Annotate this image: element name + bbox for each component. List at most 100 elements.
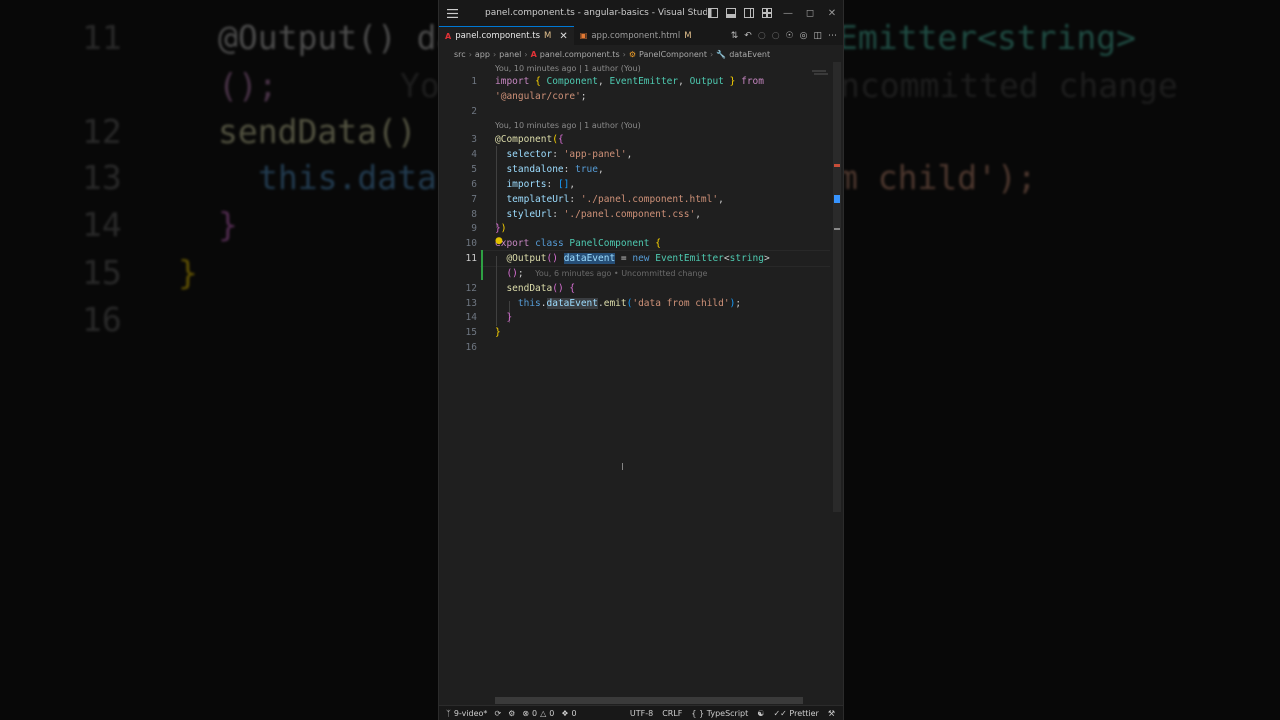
code-line-wrapped: '@angular/core'; [495, 91, 587, 102]
line-number: 12 [465, 283, 477, 294]
code-line: @Output() dataEvent = new EventEmitter<s… [506, 253, 770, 264]
code-line: imports: [], [506, 179, 576, 190]
language-mode[interactable]: { } TypeScript [691, 709, 748, 718]
vertical-scrollbar[interactable] [833, 62, 841, 512]
class-symbol-icon: ⚙ [628, 49, 636, 59]
git-lens-icon[interactable]: ☉ [786, 31, 794, 41]
scrollbar-marker [834, 195, 840, 203]
line-number: 1 [471, 76, 477, 87]
codelens-author[interactable]: You, 10 minutes ago | 1 author (You) [495, 64, 641, 73]
close-tab-icon[interactable]: ✕ [559, 31, 567, 42]
line-number: 15 [465, 327, 477, 338]
line-number: 9 [471, 223, 477, 234]
tab-app-component-html[interactable]: ▣ app.component.html M [574, 26, 698, 45]
double-check-icon: ✓✓ [773, 709, 787, 718]
line-number: 2 [471, 106, 477, 117]
breadcrumb-item[interactable]: panel.component.ts [540, 50, 620, 59]
code-line: } [506, 312, 513, 323]
code-line: export class PanelComponent { [495, 238, 661, 249]
toggle-secondary-sidebar-icon[interactable] [743, 7, 755, 19]
line-number: 5 [471, 164, 477, 175]
remote-icon[interactable]: ⚙ [508, 709, 515, 718]
code-editor[interactable]: You, 10 minutes ago | 1 author (You) 1 i… [439, 62, 831, 696]
line-number: 16 [465, 342, 477, 353]
open-changes-icon[interactable]: ◎ [800, 31, 808, 41]
git-blame-annotation: You, 6 minutes ago • Uncommitted change [535, 269, 708, 278]
encoding-indicator[interactable]: UTF-8 [630, 709, 653, 718]
go-back-icon[interactable]: ↶ [744, 31, 752, 41]
tab-modified-badge: M [684, 30, 692, 41]
close-window-icon[interactable]: ✕ [821, 8, 843, 19]
horizontal-scrollbar[interactable] [495, 697, 803, 704]
warning-icon: △ [540, 709, 547, 718]
git-branch-icon: ᛉ [446, 709, 451, 718]
breadcrumb: src › app › panel › A panel.component.ts… [454, 46, 770, 62]
breadcrumb-item[interactable]: src [454, 50, 466, 59]
timeline-icon[interactable]: ○ [772, 31, 780, 41]
property-symbol-icon: 🔧 [716, 49, 727, 59]
status-bar: ᛉ 9-video* ⟳ ⚙ ⊗ 0 △ 0 ❖ 0 UTF-8 CRLF { } Typ… [439, 705, 843, 720]
chevron-right-icon: › [524, 49, 528, 59]
breadcrumb-item[interactable]: PanelComponent [639, 50, 707, 59]
ports-indicator[interactable]: ❖ 0 [561, 709, 576, 718]
code-line: selector: 'app-panel', [506, 149, 633, 160]
minimap[interactable] [812, 62, 830, 75]
eol-indicator[interactable]: CRLF [662, 709, 682, 718]
breadcrumb-item[interactable]: dataEvent [729, 50, 770, 59]
go-forward-icon[interactable]: ○ [758, 31, 766, 41]
split-editor-icon[interactable]: ◫ [813, 31, 822, 41]
line-number: 10 [465, 238, 477, 249]
git-gutter-modified [481, 250, 483, 280]
braces-icon: { } [691, 709, 705, 718]
lightbulb-icon[interactable]: ● [495, 236, 503, 246]
chevron-right-icon: › [468, 49, 472, 59]
chevron-right-icon: › [622, 49, 626, 59]
customize-layout-icon[interactable] [761, 7, 773, 19]
line-number: 3 [471, 134, 477, 145]
angular-icon: A [530, 49, 537, 59]
code-line: styleUrl: './panel.component.css', [506, 209, 701, 220]
more-actions-icon[interactable]: ⋯ [828, 31, 837, 41]
chevron-right-icon: › [492, 49, 497, 59]
code-line: sendData() { [506, 283, 576, 294]
minimize-icon[interactable]: — [777, 8, 799, 19]
toggle-primary-sidebar-icon[interactable] [707, 7, 719, 19]
html-icon: ▣ [579, 31, 588, 40]
prettier-indicator[interactable]: ✓✓ Prettier [773, 709, 818, 718]
maximize-icon[interactable]: ◻ [799, 8, 821, 19]
problems-indicator[interactable]: ⊗ 0 △ 0 [522, 709, 554, 718]
window-title: panel.component.ts - angular-basics - Vi… [485, 8, 707, 18]
code-line: import { Component, EventEmitter, Output… [495, 76, 764, 87]
vscode-window: panel.component.ts - angular-basics - Vi… [438, 0, 844, 720]
line-number: 13 [465, 298, 477, 309]
code-line: templateUrl: './panel.component.html', [506, 194, 724, 205]
tab-modified-badge: M [544, 31, 552, 41]
tab-label: app.component.html [591, 30, 681, 41]
copilot-icon[interactable]: ☯ [757, 709, 764, 718]
code-line: @Component({ [495, 134, 564, 145]
tab-panel-component-ts[interactable]: A panel.component.ts M ✕ [439, 26, 574, 45]
tab-label: panel.component.ts [455, 31, 541, 41]
line-number: 14 [465, 312, 477, 323]
scrollbar-marker [834, 164, 840, 167]
angular-icon: A [445, 31, 452, 41]
code-line: this.dataEvent.emit('data from child'); [517, 298, 742, 309]
compare-changes-icon[interactable]: ⇅ [731, 31, 739, 41]
breadcrumb-item[interactable]: panel [499, 50, 521, 59]
source-control-branch[interactable]: ᛉ 9-video* [446, 709, 487, 718]
line-number: 6 [471, 179, 477, 190]
line-number: 4 [471, 149, 477, 160]
line-number: 8 [471, 209, 477, 220]
code-line: standalone: true, [506, 164, 604, 175]
toggle-panel-icon[interactable] [725, 7, 737, 19]
sync-icon[interactable]: ⟳ [494, 709, 501, 718]
codelens-author[interactable]: You, 10 minutes ago | 1 author (You) [495, 121, 641, 130]
scrollbar-marker [834, 228, 840, 230]
line-number: 11 [465, 253, 477, 264]
breadcrumb-item[interactable]: app [475, 50, 490, 59]
antenna-icon: ❖ [561, 709, 569, 718]
editor-tabs: A panel.component.ts M ✕ ▣ app.component… [439, 26, 843, 45]
notifications-bell-icon[interactable]: ⚒ [828, 709, 835, 718]
hamburger-menu-icon[interactable] [441, 8, 463, 18]
code-line-wrapped: (); You, 6 minutes ago • Uncommitted cha… [506, 268, 708, 279]
